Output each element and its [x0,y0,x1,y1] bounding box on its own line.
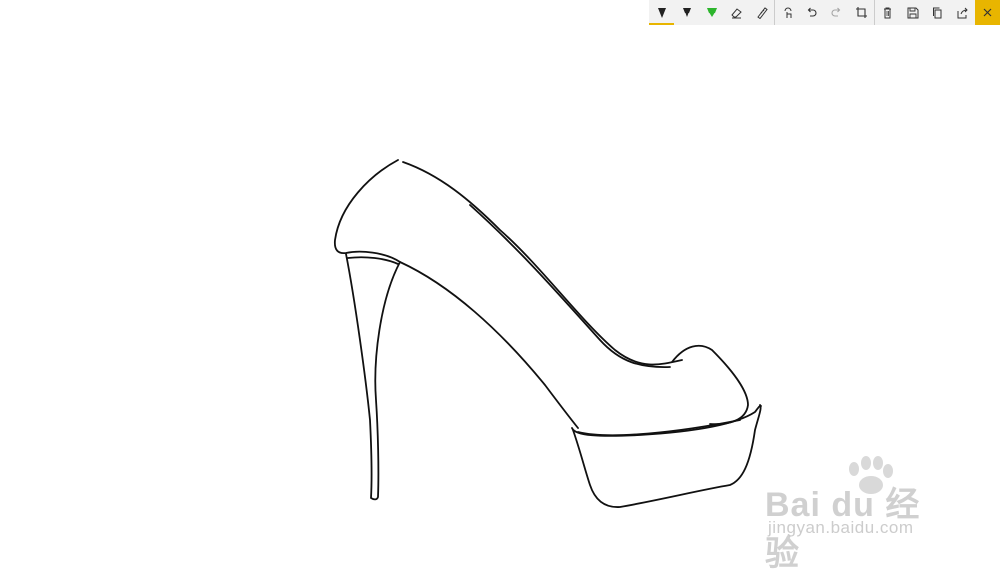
highlighter-button[interactable] [699,0,724,25]
copy-icon [933,7,942,19]
ink-toolbar [649,0,1000,25]
pencil-button[interactable] [674,0,699,25]
crop-button[interactable] [849,0,874,25]
pen-icon [657,8,666,18]
save-button[interactable] [900,0,925,25]
ballpoint-pen-button[interactable] [649,0,674,25]
share-icon [957,7,968,19]
share-button[interactable] [950,0,975,25]
eraser-button[interactable] [724,0,749,25]
touch-writing-button[interactable] [775,0,800,25]
high-heel-sketch [333,159,762,508]
close-icon [983,8,992,17]
undo-button[interactable] [800,0,825,25]
crop-icon [856,7,868,18]
save-icon [907,7,919,19]
baidu-watermark: Bai du 经验 jingyan.baidu.com [765,455,955,573]
trash-icon [884,7,892,19]
touch-writing-icon [784,7,792,18]
ruler-button[interactable] [749,0,774,25]
ruler-icon [756,7,768,19]
close-button[interactable] [974,0,1000,25]
copy-button[interactable] [925,0,950,25]
clear-ink-button[interactable] [875,0,900,25]
watermark-url: jingyan.baidu.com [768,518,914,537]
highlighter-icon [706,8,717,17]
redo-icon [831,7,841,17]
undo-icon [808,7,817,17]
pencil-icon [682,8,691,17]
eraser-icon [731,8,742,19]
redo-button[interactable] [824,0,849,25]
